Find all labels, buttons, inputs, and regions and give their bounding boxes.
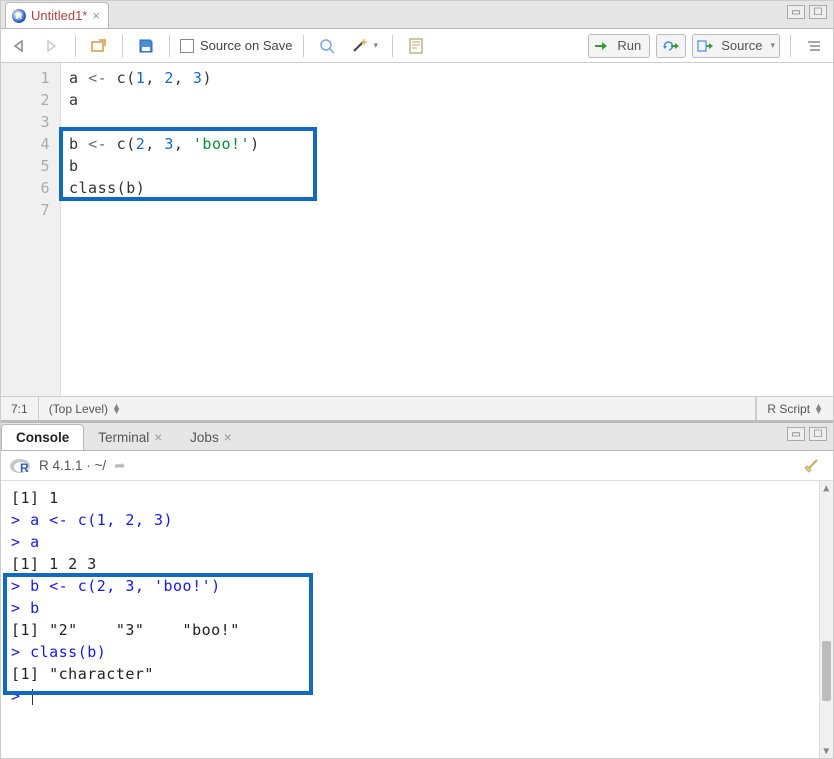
source-pane: R Untitled1* × ▭ ☐ Source on Save [1,1,833,423]
console-scrollbar[interactable]: ▲ ▼ [819,481,833,758]
minimize-pane-icon[interactable]: ▭ [787,5,805,19]
line-gutter: 1 2 3 4 5 6 7 [1,63,61,396]
console-line: [1] "character" [11,663,823,685]
tab-jobs[interactable]: Jobs× [176,424,245,450]
run-label: Run [613,38,645,53]
back-button[interactable] [7,34,33,58]
console-line: > class(b) [11,641,823,663]
code-editor[interactable]: 1 2 3 4 5 6 7 a <- c(1, 2, 3) a b <- c(2… [1,63,833,396]
code-tools-button[interactable]: ▾ [346,34,383,58]
editor-status-bar: 7:1 (Top Level) ▲▼ R Script ▲▼ [1,396,833,420]
cursor-position: 7:1 [1,397,39,420]
outline-button[interactable] [801,34,827,58]
editor-tab-bar: R Untitled1* × ▭ ☐ [1,1,833,29]
minimize-pane-icon[interactable]: ▭ [787,427,805,441]
console-output[interactable]: [1] 1 > a <- c(1, 2, 3) > a [1] 1 2 3 > … [1,481,833,758]
code-line-3[interactable] [69,111,833,133]
r-logo-icon: R [9,457,31,475]
code-line-1[interactable]: a <- c(1, 2, 3) [69,67,833,89]
console-line: > b [11,597,823,619]
code-line-7[interactable] [69,199,833,221]
source-on-save-checkbox[interactable] [180,39,194,53]
console-line: [1] "2" "3" "boo!" [11,619,823,641]
source-label: Source [717,38,766,53]
code-line-4[interactable]: b <- c(2, 3, 'boo!') [69,133,833,155]
save-button[interactable] [133,34,159,58]
goto-dir-icon[interactable]: ➦ [114,458,125,474]
source-button[interactable]: Source ▾ [692,34,780,58]
language-selector[interactable]: R Script ▲▼ [756,397,833,420]
tab-title: Untitled1* [31,8,87,23]
tab-terminal[interactable]: Terminal× [84,424,176,450]
console-line: > a [11,531,823,553]
compile-report-button[interactable] [403,34,429,58]
console-prompt[interactable]: > [11,685,823,707]
clear-console-icon[interactable] [803,454,823,477]
code-line-6[interactable]: class(b) [69,177,833,199]
close-icon[interactable]: × [224,430,232,445]
scroll-down-icon[interactable]: ▼ [820,744,833,758]
code-area[interactable]: a <- c(1, 2, 3) a b <- c(2, 3, 'boo!') b… [61,63,833,396]
maximize-pane-icon[interactable]: ☐ [809,427,827,441]
svg-text:R: R [20,461,29,475]
console-tab-bar: Console Terminal× Jobs× ▭ ☐ [1,423,833,451]
source-on-save-label: Source on Save [200,38,293,53]
r-file-icon: R [12,9,26,23]
show-in-new-window-button[interactable] [86,34,112,58]
run-button[interactable]: Run [588,34,650,58]
console-line: > b <- c(2, 3, 'boo!') [11,575,823,597]
scroll-up-icon[interactable]: ▲ [820,481,833,495]
console-line: [1] 1 2 3 [11,553,823,575]
editor-toolbar: Source on Save ▾ Run Source ▾ [1,29,833,63]
code-line-5[interactable]: b [69,155,833,177]
r-version-label: R 4.1.1 · ~/ [39,458,106,473]
scope-selector[interactable]: (Top Level) ▲▼ [39,397,757,420]
tab-console[interactable]: Console [1,424,84,450]
scroll-thumb[interactable] [822,641,831,701]
code-line-2[interactable]: a [69,89,833,111]
close-icon[interactable]: × [92,8,100,23]
editor-tab[interactable]: R Untitled1* × [5,2,109,28]
console-pane: Console Terminal× Jobs× ▭ ☐ R R 4.1.1 · … [1,423,833,758]
maximize-pane-icon[interactable]: ☐ [809,5,827,19]
rerun-button[interactable] [656,34,686,58]
close-icon[interactable]: × [154,430,162,445]
console-line: [1] 1 [11,487,823,509]
forward-button[interactable] [39,34,65,58]
find-button[interactable] [314,34,340,58]
console-info-bar: R R 4.1.1 · ~/ ➦ [1,451,833,481]
console-line: > a <- c(1, 2, 3) [11,509,823,531]
